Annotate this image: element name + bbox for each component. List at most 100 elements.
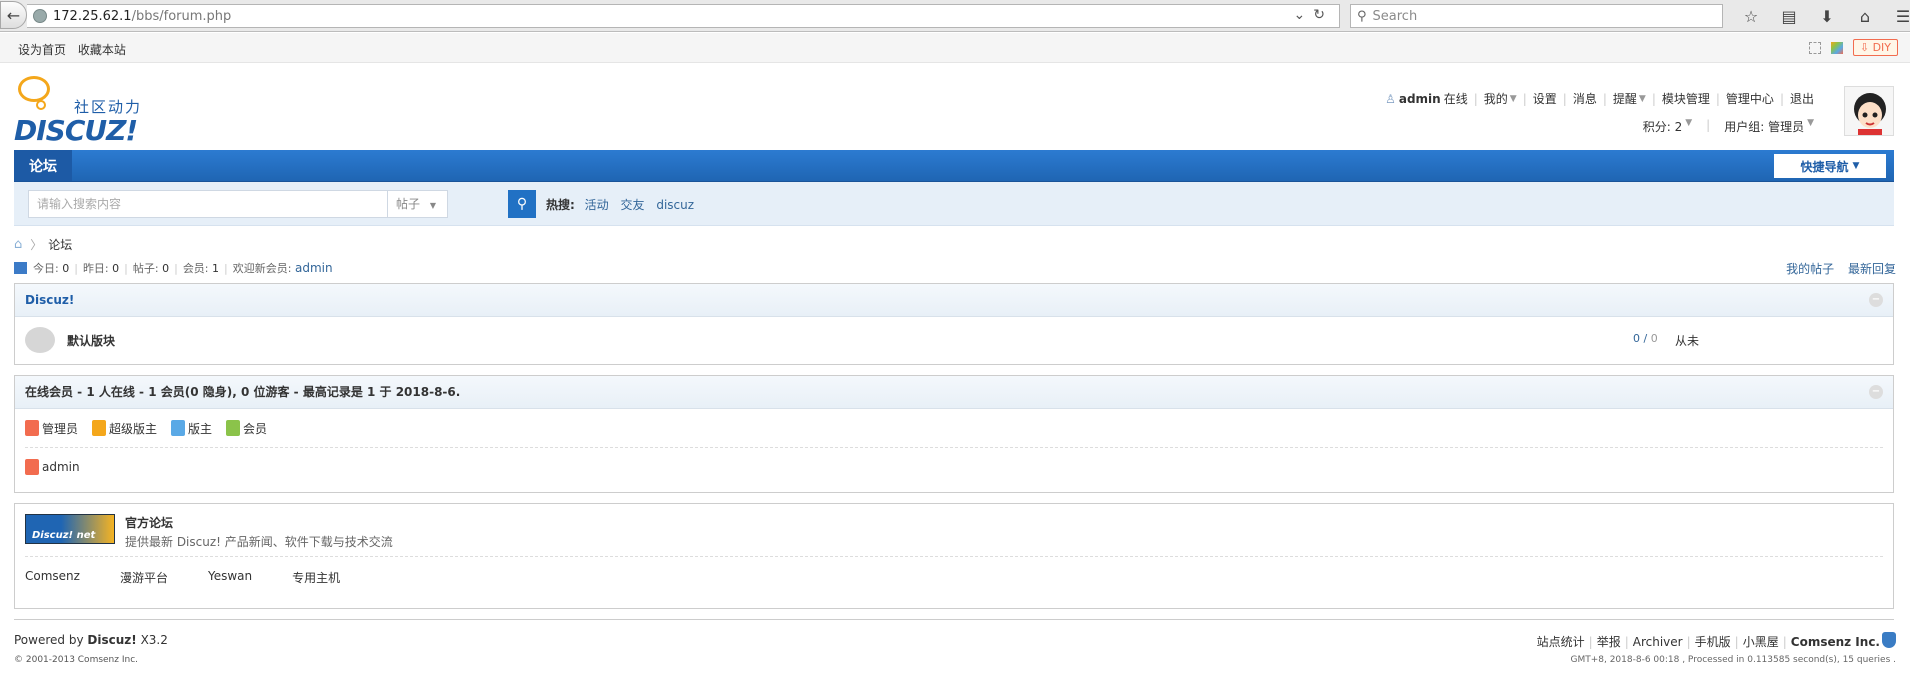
- last-post: 从未: [1675, 334, 1700, 348]
- footer-processed-time: GMT+8, 2018-8-6 00:18 , Processed in 0.1…: [1570, 655, 1896, 665]
- online-member-link[interactable]: admin: [42, 460, 80, 474]
- discuz-net-logo[interactable]: Discuz! net: [25, 514, 115, 544]
- breadcrumb: ⌂ 〉 论坛: [14, 236, 72, 253]
- bookmark-link[interactable]: 收藏本站: [78, 43, 126, 57]
- search-bar: 请输入搜索内容 帖子 ▼ ⚲ 热搜: 活动 交友 discuz: [14, 182, 1894, 226]
- shield-icon[interactable]: [1882, 632, 1896, 648]
- footer-report-link[interactable]: 举报: [1597, 633, 1621, 650]
- forum-name-link[interactable]: 默认版块: [67, 332, 115, 349]
- browser-search-input[interactable]: ⚲ Search: [1350, 4, 1723, 28]
- usergroup-menu[interactable]: 用户组: 管理员: [1724, 118, 1804, 135]
- user-icon: [25, 459, 39, 475]
- hot-link-activity[interactable]: 活动: [585, 198, 609, 212]
- user-icon: [171, 420, 186, 436]
- link-hosting[interactable]: 专用主机: [292, 569, 340, 586]
- legend-member-label: 会员: [243, 421, 268, 436]
- stats-links: 我的帖子 最新回复: [1776, 260, 1896, 277]
- online-legend: 管理员 超级版主 版主 会员: [15, 409, 1893, 447]
- product-link[interactable]: Discuz!: [87, 633, 136, 647]
- avatar[interactable]: [1844, 86, 1894, 136]
- forum-bubble-icon: [25, 327, 55, 353]
- breadcrumb-current: 论坛: [48, 238, 73, 252]
- hot-link-dating[interactable]: 交友: [620, 198, 644, 212]
- latest-replies-link[interactable]: 最新回复: [1848, 262, 1896, 276]
- search-icon: ⚲: [1357, 8, 1367, 24]
- footer-mobile-link[interactable]: 手机版: [1695, 633, 1731, 650]
- collapse-icon[interactable]: −: [1869, 293, 1883, 307]
- my-posts-link[interactable]: 我的帖子: [1786, 262, 1834, 276]
- forum-counts: 0 / 0: [1633, 332, 1658, 345]
- nav-forum-tab[interactable]: 论坛: [14, 150, 72, 181]
- url-host: 172.25.62.1: [53, 8, 132, 24]
- link-yeswan[interactable]: Yeswan: [208, 569, 252, 586]
- style-switch-icon[interactable]: [1830, 41, 1843, 54]
- back-button[interactable]: ←: [0, 1, 27, 29]
- chevron-down-icon: ▼: [1685, 118, 1693, 128]
- footer-company-link[interactable]: Comsenz Inc.: [1791, 635, 1880, 649]
- hot-link-discuz[interactable]: discuz: [656, 198, 694, 212]
- diy-button[interactable]: ⇩ DIY: [1852, 39, 1898, 56]
- quick-nav-button[interactable]: 快捷导航 ▼: [1774, 154, 1886, 178]
- fullscreen-icon[interactable]: [1808, 41, 1821, 54]
- username-link[interactable]: admin: [1399, 92, 1441, 106]
- logo-bubble-icon: [18, 76, 50, 102]
- diy-label: DIY: [1872, 41, 1891, 54]
- user-icon: ♙: [1385, 91, 1396, 106]
- copyright: © 2001-2013 Comsenz Inc.: [14, 655, 139, 665]
- credits-menu[interactable]: 积分: 2: [1643, 118, 1683, 135]
- category-title[interactable]: Discuz!: [25, 293, 74, 307]
- posts-label: 帖子:: [132, 262, 159, 275]
- url-path: /bbs/forum.php: [131, 8, 232, 24]
- link-manyou[interactable]: 漫游平台: [120, 569, 168, 586]
- admin-center-link[interactable]: 管理中心: [1726, 90, 1774, 107]
- settings-link[interactable]: 设置: [1533, 90, 1557, 107]
- breadcrumb-separator: 〉: [30, 238, 43, 252]
- link-comsenz[interactable]: Comsenz: [25, 569, 80, 586]
- reload-icon[interactable]: ⌄↻: [1294, 7, 1333, 23]
- chevron-down-icon: ▼: [1509, 93, 1517, 104]
- search-type-select[interactable]: 帖子 ▼: [387, 191, 447, 217]
- chevron-down-icon: ▼: [1807, 118, 1814, 128]
- reading-list-icon[interactable]: ▤: [1770, 4, 1808, 28]
- hot-searches: 热搜: 活动 交友 discuz: [546, 196, 702, 213]
- powered-by: Powered by Discuz! X3.2: [14, 633, 168, 647]
- footer-stats-link[interactable]: 站点统计: [1537, 633, 1585, 650]
- featured-link-title[interactable]: 官方论坛: [125, 514, 393, 531]
- home-icon[interactable]: ⌂: [14, 237, 22, 252]
- browser-search-placeholder: Search: [1372, 8, 1418, 24]
- stats-chart-icon: [14, 262, 27, 274]
- links-box: Discuz! net 官方论坛 提供最新 Discuz! 产品新闻、软件下载与…: [14, 503, 1894, 609]
- online-header: 在线会员 - 1 人在线 - 1 会员(0 隐身), 0 位游客 - 最高记录是…: [15, 376, 1893, 409]
- category-box: Discuz! − 默认版块 0 / 0 从未: [14, 283, 1894, 365]
- site-topbar: 设为首页 收藏本站 ⇩ DIY: [0, 33, 1910, 63]
- featured-link[interactable]: Discuz! net 官方论坛 提供最新 Discuz! 产品新闻、软件下载与…: [15, 504, 1893, 556]
- messages-link[interactable]: 消息: [1573, 90, 1597, 107]
- logout-link[interactable]: 退出: [1790, 90, 1814, 107]
- forum-search-input[interactable]: 请输入搜索内容 帖子 ▼: [28, 190, 448, 218]
- search-button[interactable]: ⚲: [508, 190, 536, 218]
- home-icon[interactable]: ⌂: [1846, 4, 1884, 28]
- legend-admin-label: 管理员: [42, 421, 79, 436]
- url-bar[interactable]: 172.25.62.1/bbs/forum.php ⌄↻: [27, 4, 1340, 28]
- reminders-menu[interactable]: 提醒: [1613, 90, 1637, 107]
- set-home-link[interactable]: 设为首页: [18, 43, 66, 57]
- yesterday-count: 0: [112, 261, 120, 275]
- thread-count: 0: [1633, 332, 1640, 345]
- browser-toolbar: ← 172.25.62.1/bbs/forum.php ⌄↻ ⚲ Search …: [0, 0, 1910, 32]
- bookmark-star-icon[interactable]: ☆: [1732, 4, 1770, 28]
- main-nav: 论坛 快捷导航 ▼: [14, 150, 1894, 182]
- forum-row: 默认版块 0 / 0 从未: [15, 317, 1893, 359]
- footer-blacklist-link[interactable]: 小黑屋: [1743, 633, 1779, 650]
- online-title[interactable]: 在线会员 - 1 人在线 - 1 会员(0 隐身), 0 位游客 - 最高记录是…: [25, 385, 460, 399]
- footer-archiver-link[interactable]: Archiver: [1633, 635, 1683, 649]
- my-menu[interactable]: 我的: [1484, 90, 1508, 107]
- discuz-logo[interactable]: 社区动力 DISCUZ!: [14, 74, 154, 147]
- logo-bubble-tail: [36, 100, 46, 110]
- discuz-net-logo-text: Discuz! net: [32, 530, 96, 541]
- module-admin-link[interactable]: 模块管理: [1662, 90, 1710, 107]
- text-links: Comsenz 漫游平台 Yeswan 专用主机: [15, 557, 1893, 598]
- collapse-icon[interactable]: −: [1869, 385, 1883, 399]
- menu-icon[interactable]: ☰: [1884, 4, 1910, 28]
- download-icon[interactable]: ⬇: [1808, 4, 1846, 28]
- newest-member-link[interactable]: admin: [295, 261, 333, 275]
